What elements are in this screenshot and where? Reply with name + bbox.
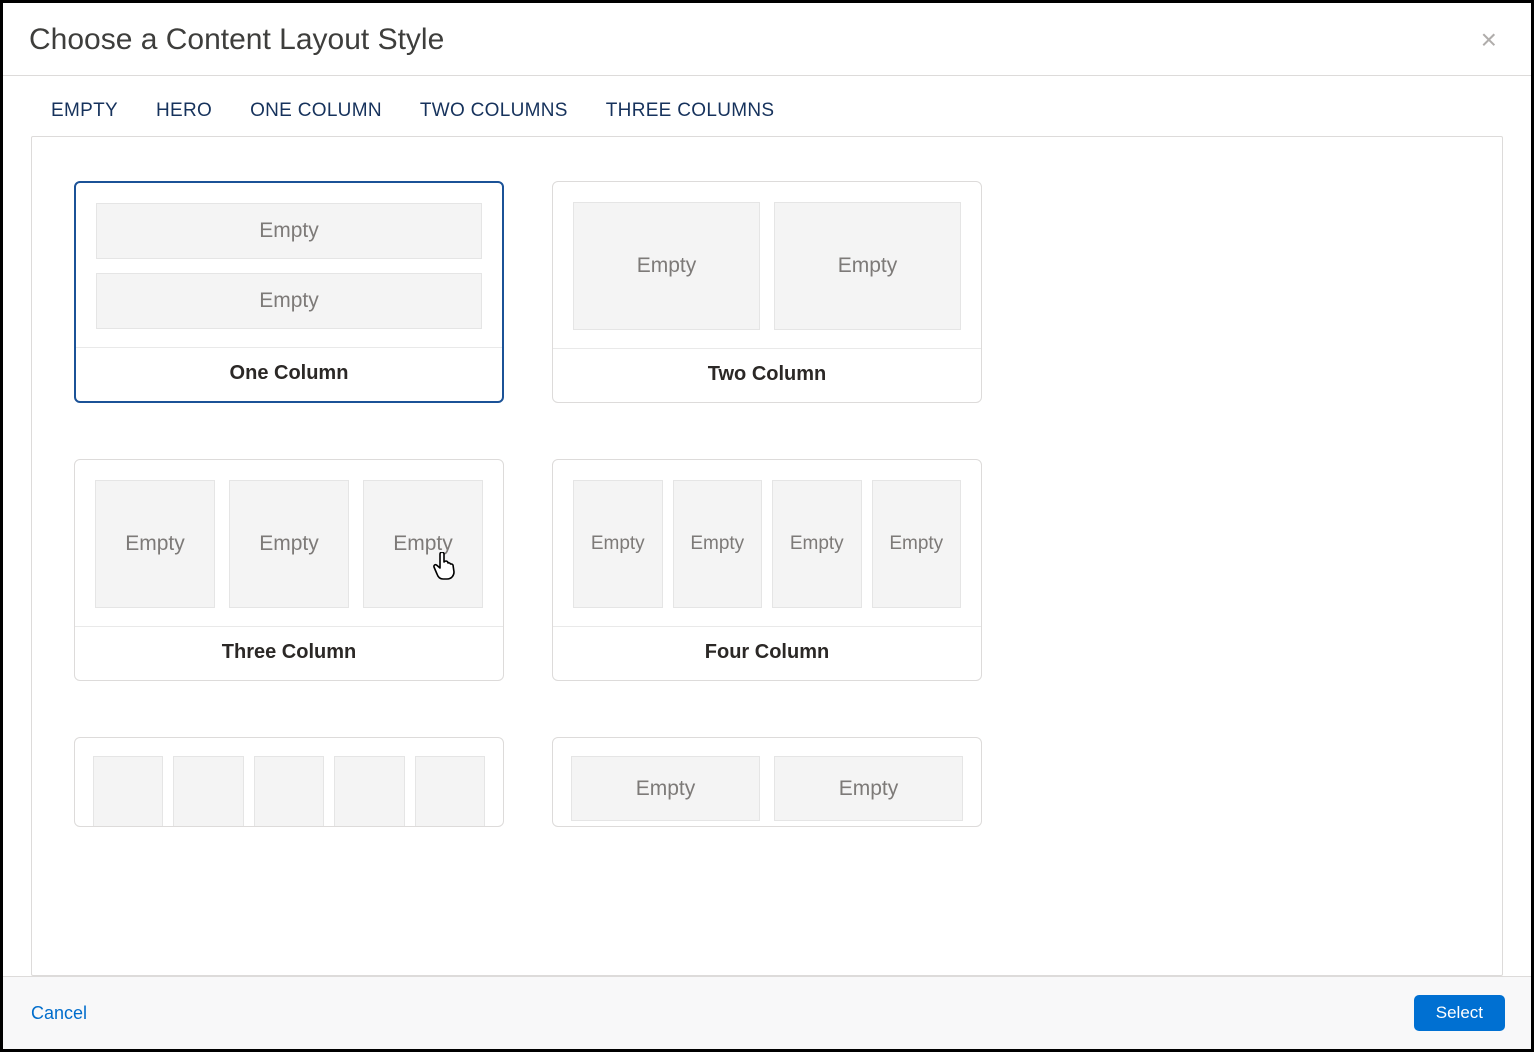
preview-cell: Empty [571,756,760,821]
tab-two-columns[interactable]: TWO COLUMNS [420,100,568,122]
tab-one-column[interactable]: ONE COLUMN [250,100,382,122]
preview-area [75,738,503,827]
preview-cell: Empty [96,273,482,329]
cards-grid: Empty Empty One Column Empty Empty Two C… [74,181,1460,827]
preview-cell: Empty [363,480,483,608]
layout-card-two-column[interactable]: Empty Empty Two Column [552,181,982,403]
tab-hero[interactable]: HERO [156,100,212,122]
content-wrapper: Empty Empty One Column Empty Empty Two C… [3,136,1531,976]
preview-cell: Empty [573,480,663,608]
preview-cell: Empty [96,203,482,259]
preview-row: Empty Empty [573,202,961,330]
layout-card-one-column[interactable]: Empty Empty One Column [74,181,504,403]
preview-area: Empty Empty [76,183,502,347]
preview-cell [93,756,163,827]
modal-title: Choose a Content Layout Style [29,23,444,57]
layout-card-four-column[interactable]: Empty Empty Empty Empty Four Column [552,459,982,681]
layout-card-partial-right[interactable]: Empty Empty [552,737,982,827]
preview-cell: Empty [774,202,961,330]
select-button[interactable]: Select [1414,995,1505,1031]
tabs-container: EMPTY HERO ONE COLUMN TWO COLUMNS THREE … [3,76,1531,136]
modal-header: Choose a Content Layout Style × [3,3,1531,76]
close-button[interactable]: × [1477,26,1501,54]
preview-cell [415,756,485,827]
preview-row [93,756,485,827]
preview-cell: Empty [573,202,760,330]
modal-footer: Cancel Select [3,976,1531,1049]
preview-cell [254,756,324,827]
card-label: Three Column [75,626,503,680]
preview-area: Empty Empty [553,182,981,348]
preview-area: Empty Empty Empty Empty [553,460,981,626]
preview-cell: Empty [774,756,963,821]
tab-empty[interactable]: EMPTY [51,100,118,122]
preview-row: Empty Empty Empty [95,480,483,608]
card-label: One Column [76,347,502,401]
tab-three-columns[interactable]: THREE COLUMNS [606,100,775,122]
cancel-button[interactable]: Cancel [29,997,89,1030]
close-icon: × [1481,24,1497,55]
card-label: Four Column [553,626,981,680]
preview-cell: Empty [95,480,215,608]
layout-card-three-column[interactable]: Empty Empty Empty Three Column [74,459,504,681]
content-area[interactable]: Empty Empty One Column Empty Empty Two C… [31,136,1503,976]
preview-cell: Empty [872,480,962,608]
preview-area: Empty Empty Empty [75,460,503,626]
preview-cell: Empty [229,480,349,608]
preview-cell: Empty [673,480,763,608]
card-label: Two Column [553,348,981,402]
preview-row: Empty Empty [571,756,963,821]
preview-cell [334,756,404,827]
preview-cell [173,756,243,827]
preview-area: Empty Empty [553,738,981,827]
preview-row: Empty Empty Empty Empty [573,480,961,608]
layout-card-partial-left[interactable] [74,737,504,827]
preview-cell: Empty [772,480,862,608]
